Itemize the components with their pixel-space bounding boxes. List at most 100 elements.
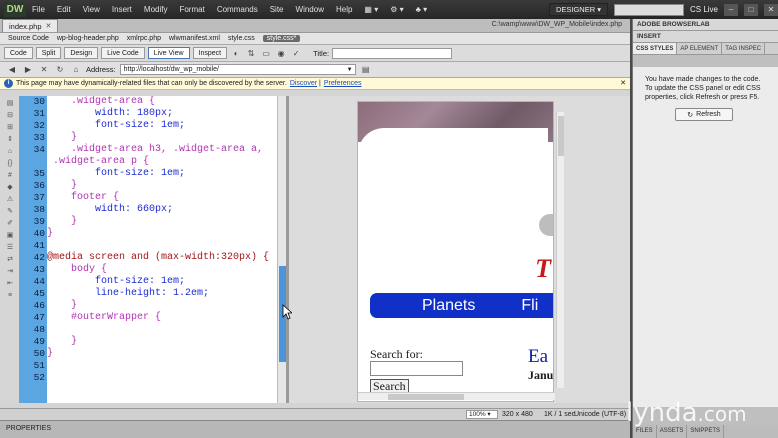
open-documents-icon[interactable]: ▤: [4, 99, 16, 108]
home-icon[interactable]: ⌂: [70, 64, 82, 76]
browserlab-panel-header[interactable]: ADOBE BROWSERLAB: [633, 19, 778, 31]
code-scrollbar[interactable]: [277, 96, 286, 403]
multiscreen-icon[interactable]: ▭: [260, 47, 272, 59]
check-page-icon[interactable]: ✓: [290, 47, 302, 59]
related-file[interactable]: wlwmanifest.xml: [169, 35, 220, 42]
tab-tag-inspector[interactable]: TAG INSPEC: [722, 43, 766, 54]
properties-panel-header[interactable]: PROPERTIES: [0, 420, 630, 438]
menu-insert[interactable]: Insert: [106, 5, 138, 14]
code-line[interactable]: }: [47, 216, 277, 228]
code-line[interactable]: #outerWrapper {: [47, 312, 277, 324]
scrollbar-thumb[interactable]: [388, 394, 464, 400]
code-line[interactable]: width: 180px;: [47, 108, 277, 120]
menu-commands[interactable]: Commands: [211, 5, 264, 14]
preferences-link[interactable]: Preferences: [324, 80, 362, 87]
code-line[interactable]: }: [47, 336, 277, 348]
move-css-icon[interactable]: ⇄: [4, 255, 16, 264]
code-line[interactable]: }: [47, 300, 277, 312]
cs-live-button[interactable]: CS Live: [690, 5, 718, 14]
visual-aids-icon[interactable]: ◉: [275, 47, 287, 59]
preview-search-input[interactable]: [370, 361, 463, 376]
code-line[interactable]: width: 660px;: [47, 204, 277, 216]
address-input[interactable]: http://localhost/dw_wp_mobile/ ▼: [119, 64, 356, 75]
close-icon[interactable]: ✕: [620, 79, 626, 87]
recent-snippets-icon[interactable]: ☰: [4, 243, 16, 252]
code-line[interactable]: }: [47, 180, 277, 192]
menu-help[interactable]: Help: [330, 5, 358, 14]
nav-link-planets[interactable]: Planets: [422, 297, 475, 315]
window-size[interactable]: 320 x 480: [502, 411, 533, 418]
apply-comment-icon[interactable]: ✎: [4, 207, 16, 216]
menu-site[interactable]: Site: [264, 5, 290, 14]
menu-window[interactable]: Window: [290, 5, 330, 14]
menu-file[interactable]: File: [26, 5, 51, 14]
close-tab-icon[interactable]: ✕: [46, 22, 52, 30]
code-line[interactable]: font-size: 1em;: [47, 276, 277, 288]
preview-vertical-scrollbar[interactable]: [556, 112, 564, 388]
close-icon[interactable]: ✕: [764, 3, 778, 16]
document-tab[interactable]: index.php ✕: [2, 19, 59, 32]
preview-horizontal-scrollbar[interactable]: [358, 392, 555, 400]
tab-css-styles[interactable]: CSS STYLES: [633, 43, 678, 54]
zoom-select[interactable]: 100% ▾: [466, 410, 498, 419]
highlight-invalid-icon[interactable]: ◆: [4, 183, 16, 192]
code-line[interactable]: }: [47, 348, 277, 360]
code-line[interactable]: line-height: 1.2em;: [47, 288, 277, 300]
minimize-icon[interactable]: –: [724, 3, 738, 16]
code-line[interactable]: }: [47, 228, 277, 240]
browser-preview-icon[interactable]: ◐: [230, 47, 242, 59]
site-icon[interactable]: ♣ ▾: [410, 5, 434, 14]
balance-braces-icon[interactable]: {}: [4, 159, 16, 168]
insert-panel-header[interactable]: INSERT: [633, 31, 778, 43]
split-view-button[interactable]: Split: [35, 47, 62, 59]
refresh-button[interactable]: ↻ Refresh: [675, 108, 733, 121]
code-line[interactable]: font-size: 1em;: [47, 168, 277, 180]
line-numbers-icon[interactable]: #: [4, 171, 16, 180]
related-file[interactable]: wp-blog-header.php: [57, 35, 119, 42]
refresh-icon[interactable]: ↻: [54, 64, 66, 76]
code-line[interactable]: [47, 324, 277, 336]
syntax-error-icon[interactable]: ⚠: [4, 195, 16, 204]
scrollbar-thumb[interactable]: [558, 116, 564, 156]
code-line[interactable]: .widget-area h3, .widget-area a,: [47, 144, 277, 156]
menu-format[interactable]: Format: [173, 5, 210, 14]
collapse-selection-icon[interactable]: ⊞: [4, 123, 16, 132]
live-view-options-icon[interactable]: ▤: [360, 64, 372, 76]
remove-comment-icon[interactable]: ✐: [4, 219, 16, 228]
inspect-button[interactable]: Inspect: [192, 47, 228, 59]
search-input[interactable]: [613, 3, 684, 16]
select-parent-tag-icon[interactable]: ⌂: [4, 147, 16, 156]
menu-view[interactable]: View: [77, 5, 106, 14]
code-line[interactable]: footer {: [47, 192, 277, 204]
expand-all-icon[interactable]: ⇕: [4, 135, 16, 144]
menu-modify[interactable]: Modify: [138, 5, 174, 14]
live-code-button[interactable]: Live Code: [101, 47, 145, 59]
indent-icon[interactable]: ⇥: [4, 267, 16, 276]
code-line[interactable]: .widget-area {: [47, 96, 277, 108]
forward-icon[interactable]: ▶: [22, 64, 34, 76]
code-line[interactable]: .widget-area p {: [47, 156, 277, 168]
tab-ap-elements[interactable]: AP ELEMENT: [677, 43, 723, 54]
post-heading[interactable]: Ea: [528, 346, 548, 368]
back-icon[interactable]: ◀: [6, 64, 18, 76]
related-file-active[interactable]: style.css*: [262, 35, 301, 42]
live-view-button[interactable]: Live View: [147, 47, 190, 59]
code-editor[interactable]: .widget-area { width: 180px; font-size: …: [47, 96, 277, 403]
workspace-switcher[interactable]: DESIGNER ▾: [548, 3, 608, 16]
code-line[interactable]: }: [47, 132, 277, 144]
related-file-source[interactable]: Source Code: [8, 35, 49, 42]
code-line[interactable]: body {: [47, 264, 277, 276]
code-view-button[interactable]: Code: [4, 47, 33, 59]
code-line[interactable]: [47, 240, 277, 252]
discover-link[interactable]: Discover: [290, 80, 317, 87]
collapse-tag-icon[interactable]: ⊟: [4, 111, 16, 120]
maximize-icon[interactable]: □: [744, 3, 758, 16]
code-line[interactable]: [47, 372, 277, 384]
format-source-icon[interactable]: ≡: [4, 291, 16, 300]
chevron-down-icon[interactable]: ▼: [347, 65, 353, 75]
menu-edit[interactable]: Edit: [51, 5, 77, 14]
code-line[interactable]: font-size: 1em;: [47, 120, 277, 132]
related-file[interactable]: xmlrpc.php: [127, 35, 161, 42]
code-line[interactable]: @media screen and (max-width:320px) {: [47, 252, 277, 264]
file-management-icon[interactable]: ⇅: [245, 47, 257, 59]
